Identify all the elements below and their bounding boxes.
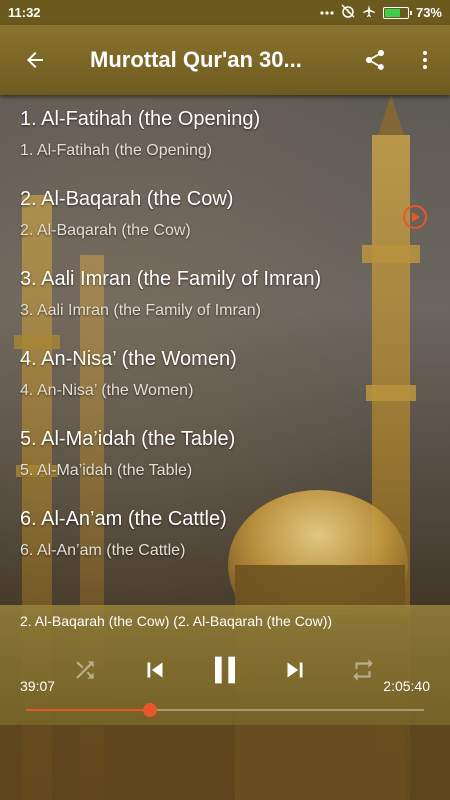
more-options-button[interactable] bbox=[400, 25, 450, 95]
next-icon bbox=[287, 662, 303, 678]
track-subtitle: 6. Al-An’am (the Cattle) bbox=[20, 542, 186, 559]
player-panel: 2. Al-Baqarah (the Cow) (2. Al-Baqarah (… bbox=[0, 605, 450, 725]
pause-button[interactable] bbox=[198, 645, 252, 695]
track-title: 3. Aali Imran (the Family of Imran) bbox=[20, 268, 322, 290]
list-item[interactable]: 5. Al-Ma’idah (the Table) 5. Al-Ma’idah … bbox=[0, 420, 450, 500]
next-button[interactable] bbox=[270, 645, 320, 695]
battery-percent: 73% bbox=[415, 5, 442, 20]
share-icon bbox=[366, 50, 384, 70]
track-subtitle: 1. Al-Fatihah (the Opening) bbox=[20, 142, 213, 159]
track-title: 6. Al-An’am (the Cattle) bbox=[20, 508, 227, 530]
now-playing-icon bbox=[403, 205, 427, 229]
track-title: 5. Al-Ma’idah (the Table) bbox=[20, 428, 236, 450]
page-title: Murottal Qur'an 30... bbox=[90, 47, 302, 72]
seek-progress bbox=[26, 709, 150, 711]
track-title: 4. An-Nisa’ (the Women) bbox=[20, 348, 237, 370]
repeat-button[interactable] bbox=[340, 645, 386, 695]
back-arrow-icon bbox=[27, 52, 43, 68]
list-item[interactable]: 3. Aali Imran (the Family of Imran) 3. A… bbox=[0, 260, 450, 340]
more-vert-icon bbox=[423, 51, 427, 69]
list-item[interactable]: 1. Al-Fatihah (the Opening) 1. Al-Fatiha… bbox=[0, 100, 450, 180]
app-bar: Murottal Qur'an 30... bbox=[0, 25, 450, 95]
previous-icon bbox=[147, 662, 163, 678]
battery-level bbox=[384, 8, 401, 17]
list-item[interactable]: 4. An-Nisa’ (the Women) 4. An-Nisa’ (the… bbox=[0, 340, 450, 420]
previous-button[interactable] bbox=[130, 645, 180, 695]
repeat-icon bbox=[353, 659, 373, 681]
pause-icon bbox=[215, 656, 235, 684]
battery-icon bbox=[382, 6, 412, 19]
track-subtitle: 4. An-Nisa’ (the Women) bbox=[20, 382, 194, 399]
track-subtitle: 5. Al-Ma’idah (the Table) bbox=[20, 462, 193, 479]
track-list: 1. Al-Fatihah (the Opening) 1. Al-Fatiha… bbox=[0, 100, 450, 580]
status-bar: 11:32 73% bbox=[0, 0, 450, 25]
seek-bar[interactable] bbox=[26, 703, 424, 717]
shuffle-button[interactable] bbox=[62, 645, 108, 695]
status-icons: 73% bbox=[320, 3, 442, 22]
share-button[interactable] bbox=[350, 25, 400, 95]
airplane-icon bbox=[362, 4, 376, 22]
list-item[interactable]: 6. Al-An’am (the Cattle) 6. Al-An’am (th… bbox=[0, 500, 450, 580]
dots-icon bbox=[320, 5, 334, 20]
back-button[interactable] bbox=[0, 25, 70, 95]
elapsed-time: 39:07 bbox=[20, 678, 56, 694]
track-title: 1. Al-Fatihah (the Opening) bbox=[20, 108, 261, 130]
list-item[interactable]: 2. Al-Baqarah (the Cow) 2. Al-Baqarah (t… bbox=[0, 180, 450, 260]
status-time: 11:32 bbox=[8, 5, 41, 20]
track-subtitle: 2. Al-Baqarah (the Cow) bbox=[20, 222, 191, 239]
seek-thumb[interactable] bbox=[142, 703, 157, 717]
alarm-off-icon bbox=[341, 3, 355, 22]
total-duration: 2:05:40 bbox=[383, 678, 430, 694]
track-title: 2. Al-Baqarah (the Cow) bbox=[20, 188, 234, 210]
shuffle-icon bbox=[76, 661, 94, 679]
now-playing-title: 2. Al-Baqarah (the Cow) (2. Al-Baqarah (… bbox=[20, 613, 333, 629]
track-subtitle: 3. Aali Imran (the Family of Imran) bbox=[20, 302, 261, 319]
